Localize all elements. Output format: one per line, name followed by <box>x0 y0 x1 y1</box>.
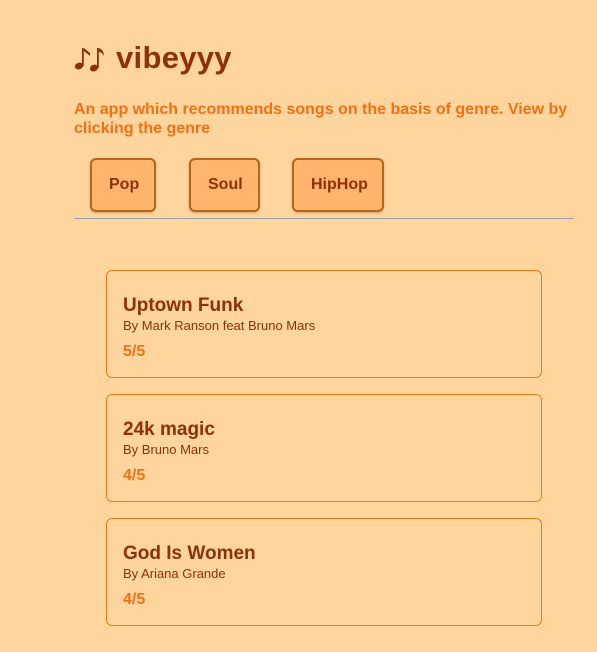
genre-button-soul[interactable]: Soul <box>189 158 260 212</box>
song-artist: By Bruno Mars <box>123 442 209 457</box>
song-artist: By Mark Ranson feat Bruno Mars <box>123 318 316 333</box>
genre-buttons: Pop Soul HipHop <box>90 158 384 212</box>
song-card: God Is Women By Ariana Grande 4/5 <box>106 518 542 626</box>
app-subtitle: An app which recommends songs on the bas… <box>74 101 568 137</box>
song-artist: By Ariana Grande <box>123 566 226 581</box>
genre-button-pop[interactable]: Pop <box>90 158 156 212</box>
app-title: vibeyyy <box>74 40 232 76</box>
song-name: Uptown Funk <box>123 295 244 316</box>
song-rating: 4/5 <box>123 591 146 608</box>
song-rating: 5/5 <box>123 343 146 360</box>
song-rating: 4/5 <box>123 467 146 484</box>
genre-button-hiphop[interactable]: HipHop <box>292 158 384 212</box>
song-list: Uptown Funk By Mark Ranson feat Bruno Ma… <box>106 270 542 642</box>
music-notes-icon <box>74 42 110 74</box>
song-name: God Is Women <box>123 543 256 564</box>
app-title-text: vibeyyy <box>116 40 232 75</box>
song-name: 24k magic <box>123 419 215 440</box>
song-card: 24k magic By Bruno Mars 4/5 <box>106 394 542 502</box>
song-card: Uptown Funk By Mark Ranson feat Bruno Ma… <box>106 270 542 378</box>
divider <box>74 218 574 219</box>
